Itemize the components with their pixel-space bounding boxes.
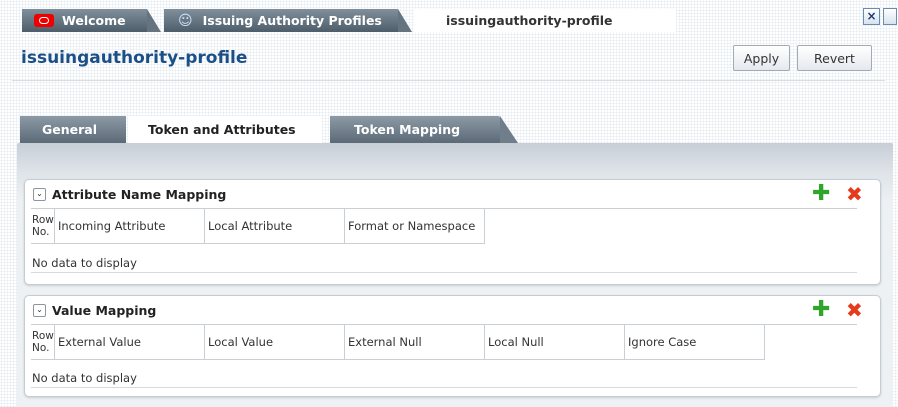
revert-button[interactable]: Revert bbox=[797, 45, 872, 71]
column-header-row-no: Row No. bbox=[31, 325, 55, 360]
add-icon[interactable]: ✚ bbox=[812, 183, 830, 205]
delete-icon[interactable]: ✖ bbox=[846, 300, 863, 320]
oracle-logo-icon bbox=[34, 14, 54, 27]
collapse-icon[interactable]: ⌄ bbox=[33, 303, 46, 317]
doc-tab-active-label: issuingauthority-profile bbox=[446, 13, 613, 28]
empty-table-text: No data to display bbox=[32, 256, 137, 270]
maximize-icon[interactable] bbox=[883, 8, 897, 25]
table-header: Row No. Incoming Attribute Local Attribu… bbox=[31, 208, 857, 244]
panel-title: Attribute Name Mapping bbox=[52, 186, 227, 202]
column-header-ignore-case: Ignore Case bbox=[625, 325, 765, 360]
column-header-external-value: External Value bbox=[55, 325, 205, 360]
doc-tab-profiles-label: Issuing Authority Profiles bbox=[202, 13, 382, 28]
column-header-format-or-namespace: Format or Namespace bbox=[345, 209, 485, 244]
value-mapping-panel: ⌄ Value Mapping ✚ ✖ Row No. External Val… bbox=[24, 295, 881, 397]
doc-tab-welcome[interactable]: Welcome bbox=[22, 9, 147, 32]
column-header-row-no: Row No. bbox=[31, 209, 55, 244]
tab-token-mapping[interactable]: Token Mapping bbox=[330, 116, 500, 143]
column-header-local-attribute: Local Attribute bbox=[205, 209, 345, 244]
column-header-local-value: Local Value bbox=[205, 325, 345, 360]
tab-token-and-attributes[interactable]: Token and Attributes bbox=[128, 116, 322, 143]
doc-tab-issuing-authority-profiles[interactable]: ☺ Issuing Authority Profiles bbox=[164, 9, 398, 32]
people-icon: ☺ bbox=[178, 12, 193, 29]
header-divider bbox=[12, 80, 885, 81]
add-icon[interactable]: ✚ bbox=[812, 299, 830, 321]
table-row-divider bbox=[31, 272, 857, 273]
empty-table-text: No data to display bbox=[32, 371, 137, 385]
attribute-name-mapping-panel: ⌄ Attribute Name Mapping ✚ ✖ Row No. Inc… bbox=[24, 179, 881, 285]
collapse-icon[interactable]: ⌄ bbox=[33, 187, 46, 201]
tab-slant bbox=[500, 116, 518, 143]
panel-title: Value Mapping bbox=[52, 302, 157, 318]
page-title: issuingauthority-profile bbox=[21, 48, 248, 68]
doc-tab-issuingauthority-profile[interactable]: issuingauthority-profile bbox=[414, 9, 676, 32]
doc-tab-welcome-label: Welcome bbox=[62, 13, 126, 28]
document-tab-strip: Welcome ☺ Issuing Authority Profiles iss… bbox=[0, 0, 898, 34]
tab-general[interactable]: General bbox=[20, 116, 126, 143]
apply-button[interactable]: Apply bbox=[733, 45, 790, 71]
table-row-divider bbox=[31, 387, 857, 388]
panel-header: ⌄ Value Mapping bbox=[25, 296, 880, 324]
column-header-external-null: External Null bbox=[345, 325, 485, 360]
delete-icon[interactable]: ✖ bbox=[846, 184, 863, 204]
panel-header: ⌄ Attribute Name Mapping bbox=[25, 180, 880, 208]
column-header-local-null: Local Null bbox=[485, 325, 625, 360]
column-header-incoming-attribute: Incoming Attribute bbox=[55, 209, 205, 244]
close-tab-icon[interactable]: × bbox=[863, 8, 880, 25]
table-header: Row No. External Value Local Value Exter… bbox=[31, 324, 857, 360]
